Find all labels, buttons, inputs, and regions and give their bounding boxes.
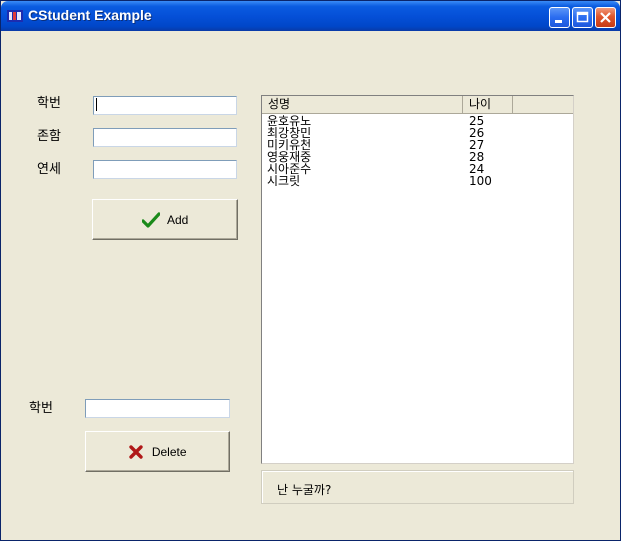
add-button-label: Add <box>166 212 189 227</box>
maximize-icon <box>576 11 589 23</box>
list-item-age: 100 <box>469 174 492 188</box>
app-icon <box>7 10 23 22</box>
age-label: 연세 <box>37 162 61 177</box>
window-title: CStudent Example <box>28 7 152 23</box>
list-item-name: 시크릿 <box>267 174 301 188</box>
title-bar[interactable]: CStudent Example <box>1 1 620 31</box>
checkmark-icon <box>141 211 161 228</box>
name-input[interactable] <box>93 128 237 147</box>
age-input[interactable] <box>93 160 237 179</box>
student-id-input[interactable] <box>93 96 237 115</box>
student-list[interactable]: 성명 나이 윤호유노 25 최강창민 26 미키유천 27 영웅재중 28 시아… <box>261 95 574 464</box>
status-panel: 난 누굴까? <box>261 470 574 504</box>
minimize-button[interactable] <box>549 7 570 28</box>
x-icon <box>129 444 144 459</box>
delete-button[interactable]: Delete <box>85 431 230 472</box>
text-caret <box>96 98 97 111</box>
status-text: 난 누굴까? <box>277 483 332 497</box>
add-button[interactable]: Add <box>92 199 238 240</box>
minimize-icon <box>555 20 562 23</box>
maximize-button[interactable] <box>572 7 593 28</box>
close-button[interactable] <box>595 7 616 28</box>
app-window: CStudent Example 학번 존함 연세 Add 학번 Delete … <box>0 0 621 541</box>
list-item[interactable]: 시크릿 100 <box>262 175 573 188</box>
name-label: 존함 <box>37 129 61 144</box>
delete-student-id-input[interactable] <box>85 399 230 418</box>
student-id-label: 학번 <box>37 96 61 111</box>
close-icon <box>600 12 611 23</box>
delete-button-label: Delete <box>151 444 187 459</box>
column-header-name[interactable]: 성명 <box>262 96 463 113</box>
column-header-age[interactable]: 나이 <box>463 96 513 113</box>
delete-student-id-label: 학번 <box>29 401 53 416</box>
list-header: 성명 나이 <box>262 96 573 114</box>
column-header-empty[interactable] <box>513 96 573 113</box>
